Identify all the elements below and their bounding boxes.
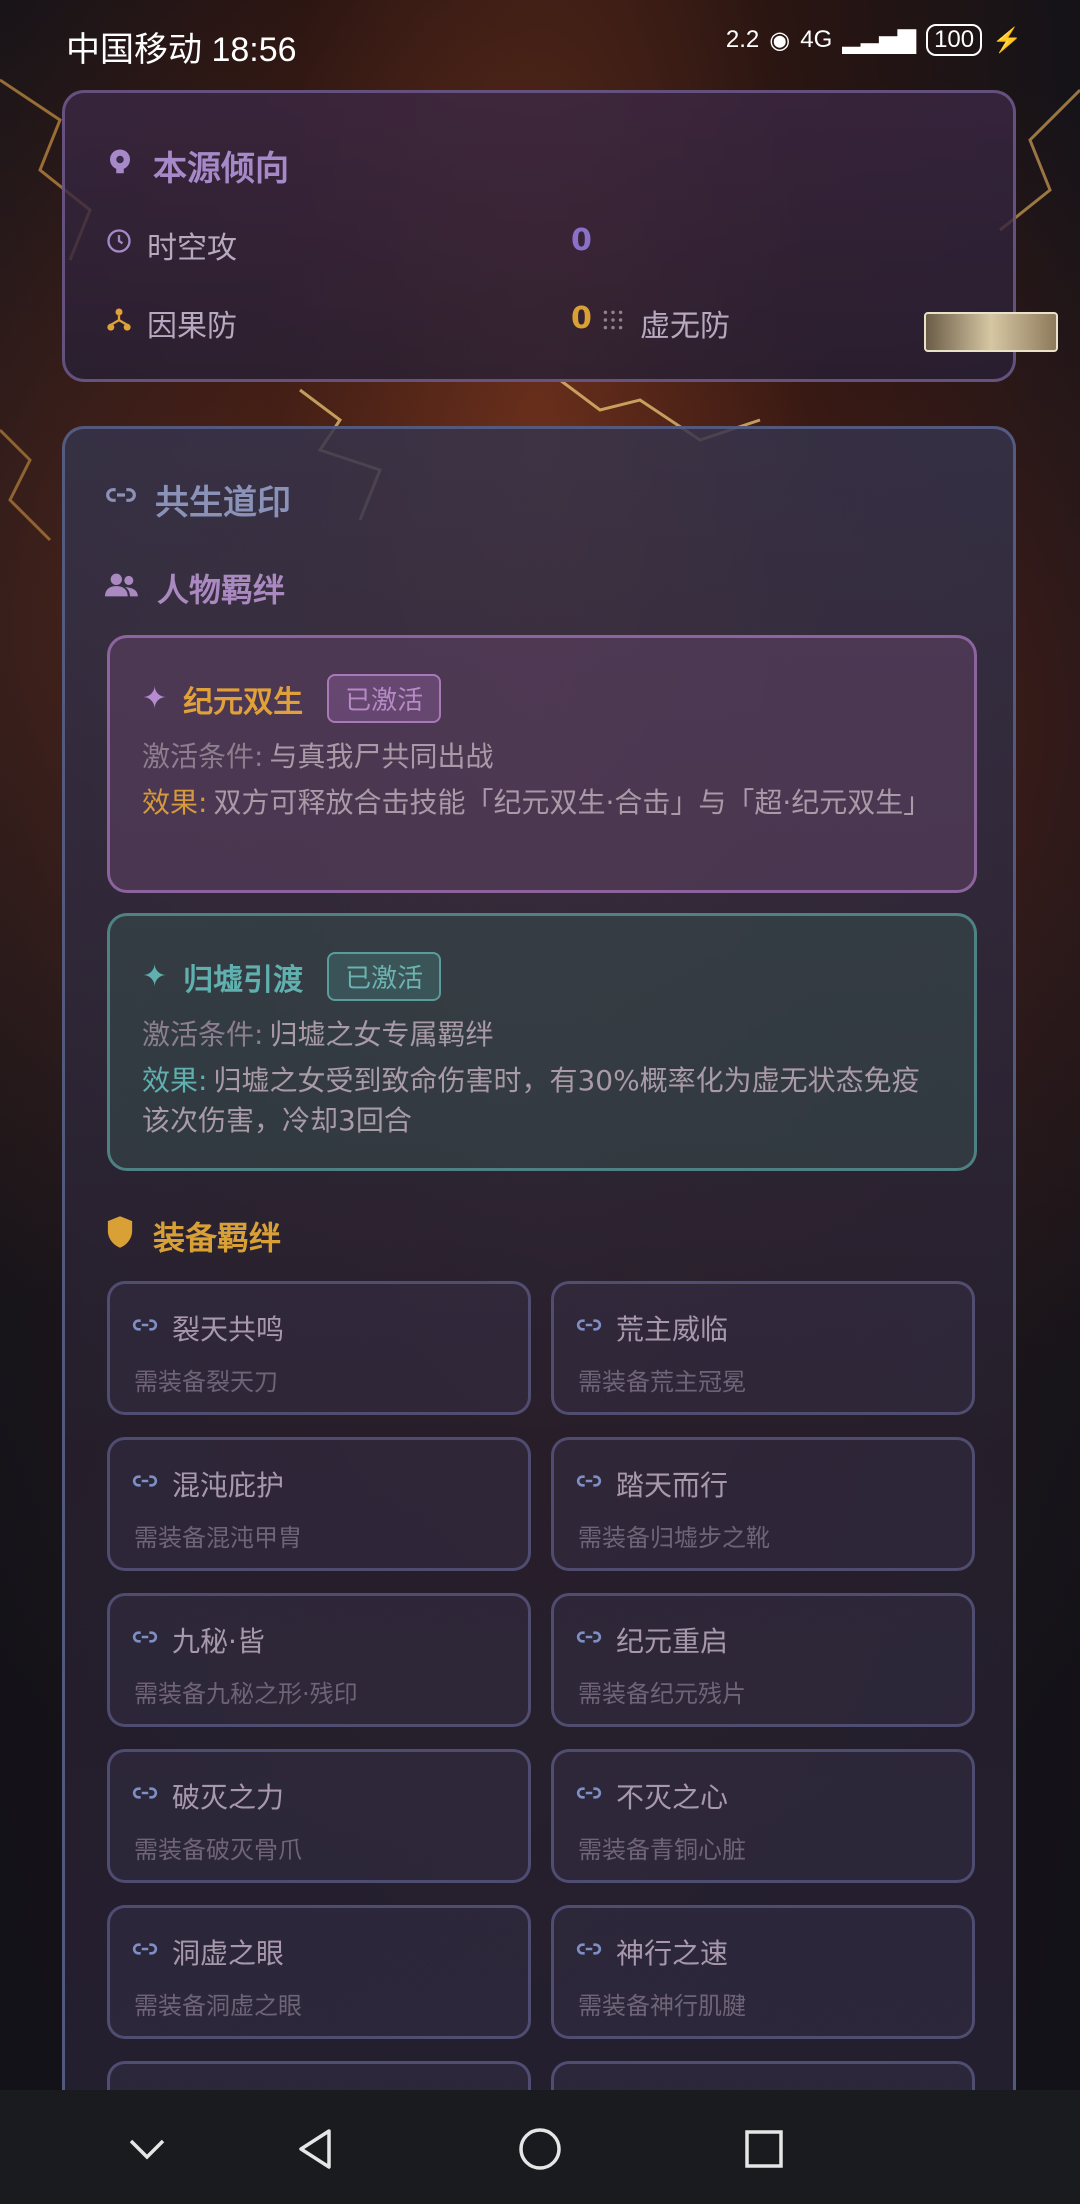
bond-card-jiyuan[interactable]: ✦ 纪元双生 已激活 激活条件: 与真我尸共同出战 效果: 双方可释放合击技能「纪元…: [107, 635, 977, 893]
link-icon: [132, 1936, 158, 1969]
network-type: 4G: [800, 26, 833, 53]
equipment-bond-card[interactable]: 混沌庇护 需装备混沌甲胄: [107, 1437, 531, 1571]
equipment-bond-card[interactable]: 九秘·皆 需装备九秘之形·残印: [107, 1593, 531, 1727]
link-icon: [576, 1936, 602, 1969]
stat-row-spacetime-attack: 时空攻 0: [105, 223, 985, 273]
equipment-bond-card[interactable]: 不灭之心 需装备青铜心脏: [551, 1749, 975, 1883]
equipment-bond-card[interactable]: 纪元重启 需装备纪元残片: [551, 1593, 975, 1727]
equipment-bond-card[interactable]: 荒主威临 需装备荒主冠冕: [551, 1281, 975, 1415]
network-speed: 2.2: [725, 26, 760, 53]
arrow-decoration-icon: [924, 312, 1058, 352]
spacetime-attack-value: 0: [571, 223, 592, 258]
status-badge: 已激活: [327, 952, 442, 1001]
sparkle-icon: ✦: [142, 959, 168, 994]
system-nav-bar: [0, 2090, 1080, 2204]
bond-card-guixu[interactable]: ✦ 归墟引渡 已激活 激活条件: 归墟之女专属羁绊 效果: 归墟之女受到致命伤害时，…: [107, 913, 977, 1171]
status-badge: 已激活: [327, 674, 442, 723]
equipment-bonds-title: 装备羁绊: [105, 1213, 281, 1259]
stat-row-causality-defense: 因果防 0 虚无防: [105, 301, 985, 351]
grid-dots-icon: [600, 306, 626, 341]
hotspot-icon: ◉: [769, 26, 791, 54]
shield-icon: [105, 1215, 135, 1257]
equipment-bond-card[interactable]: 洞虚之眼 需装备洞虚之眼: [107, 1905, 531, 2039]
origin-panel: 本源倾向 时空攻 0 因果防 0 虚无防: [62, 90, 1016, 382]
carrier-time: 中国移动 18:56: [66, 31, 297, 69]
status-icons: 2.2 ◉ 4G ▂▃▅▇ 100 ⚡: [726, 24, 1022, 56]
recents-icon[interactable]: [737, 2122, 791, 2176]
character-bonds-title: 人物羁绊: [105, 565, 285, 611]
link-icon: [132, 1468, 158, 1501]
bond-name: 归墟引渡: [183, 962, 304, 998]
charging-icon: ⚡: [992, 26, 1022, 54]
bond-condition: 激活条件: 与真我尸共同出战: [142, 740, 494, 773]
equipment-bond-card[interactable]: 裂天共鸣 需装备裂天刀: [107, 1281, 531, 1415]
bond-name: 纪元双生: [183, 684, 304, 720]
back-icon[interactable]: [288, 2122, 342, 2176]
link-icon: [576, 1312, 602, 1345]
clock-icon: [105, 227, 133, 263]
link-icon: [132, 1624, 158, 1657]
battery-level: 100: [926, 24, 983, 56]
bond-condition: 激活条件: 归墟之女专属羁绊: [142, 1018, 494, 1051]
link-icon: [576, 1624, 602, 1657]
equipment-bond-card[interactable]: 踏天而行 需装备归墟步之靴: [551, 1437, 975, 1571]
sparkle-icon: ✦: [142, 681, 168, 716]
chevron-down-icon[interactable]: [120, 2122, 174, 2176]
fork-icon: [105, 305, 133, 341]
causality-defense-value: 0: [571, 301, 592, 336]
symbiosis-panel: 共生道印 人物羁绊 ✦ 纪元双生 已激活 激活条件: 与真我尸共同出战 效果: 双方…: [62, 426, 1016, 2126]
bond-effect: 效果: 双方可释放合击技能「纪元双生·合击」与「超·纪元双生」: [142, 786, 932, 819]
link-icon: [105, 479, 137, 520]
signal-icon: ▂▃▅▇: [842, 26, 917, 54]
equipment-bond-card[interactable]: 破灭之力 需装备破灭骨爪: [107, 1749, 531, 1883]
origin-title: 本源倾向: [105, 141, 289, 190]
bond-effect: 效果: 归墟之女受到致命伤害时，有30%概率化为虚无状态免疫该次伤害，冷却3回合: [142, 1064, 920, 1137]
home-icon[interactable]: [513, 2122, 567, 2176]
link-icon: [576, 1468, 602, 1501]
link-icon: [132, 1312, 158, 1345]
brain-icon: [105, 146, 135, 186]
symbiosis-title: 共生道印: [105, 475, 291, 524]
status-bar: 中国移动 18:56 2.2 ◉ 4G ▂▃▅▇ 100 ⚡: [0, 0, 1080, 90]
link-icon: [576, 1780, 602, 1813]
equipment-bond-card[interactable]: 神行之速 需装备神行肌腱: [551, 1905, 975, 2039]
link-icon: [132, 1780, 158, 1813]
people-icon: [105, 569, 139, 607]
